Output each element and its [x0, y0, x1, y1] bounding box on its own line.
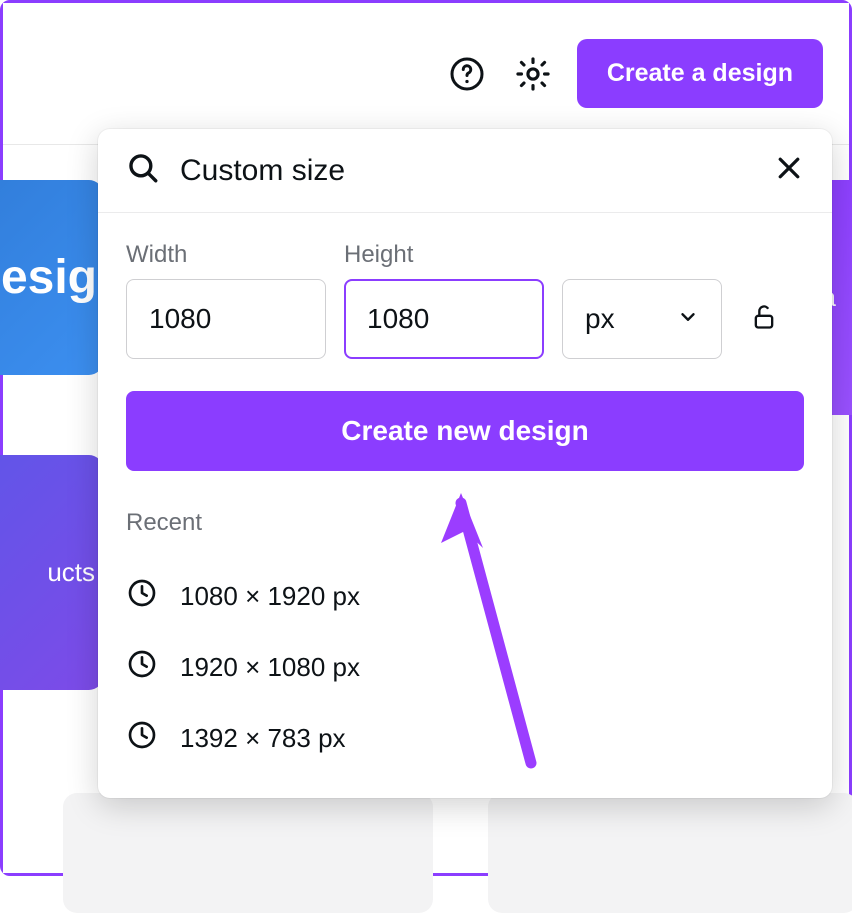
recent-item[interactable]: 1080 × 1920 px [126, 561, 804, 632]
clock-icon [126, 648, 158, 687]
top-bar: Create a design [3, 3, 849, 145]
close-icon[interactable] [774, 153, 804, 188]
chevron-down-icon [677, 303, 699, 335]
width-label: Width [126, 241, 326, 269]
unit-spacer [562, 241, 722, 269]
bg-card [63, 793, 433, 913]
unit-field-group: px [562, 241, 722, 359]
dimensions-row: Width Height px [126, 241, 804, 359]
unit-select[interactable]: px [562, 279, 722, 359]
popover-header: Custom size [98, 129, 832, 213]
lock-open-icon [750, 303, 778, 336]
bg-card [488, 793, 852, 913]
clock-icon [126, 577, 158, 616]
height-label: Height [344, 241, 544, 269]
recent-section: Recent 1080 × 1920 px 1920 × 1080 px 139… [98, 471, 832, 774]
recent-item-label: 1080 × 1920 px [180, 581, 360, 612]
recent-item-label: 1392 × 783 px [180, 723, 346, 754]
recent-item[interactable]: 1920 × 1080 px [126, 632, 804, 703]
help-icon[interactable] [445, 52, 489, 96]
bg-tile-products: ucts [0, 455, 103, 690]
recent-item-label: 1920 × 1080 px [180, 652, 360, 683]
unit-value: px [585, 303, 615, 335]
create-a-design-button[interactable]: Create a design [577, 39, 823, 108]
popover-title: Custom size [180, 154, 754, 188]
lock-aspect-toggle[interactable] [740, 279, 788, 359]
height-field-group: Height [344, 241, 544, 359]
width-input[interactable] [126, 279, 326, 359]
custom-size-popover: Custom size Width Height px [98, 129, 832, 798]
create-new-design-button[interactable]: Create new design [126, 391, 804, 471]
search-icon [126, 151, 160, 190]
popover-body: Width Height px [98, 213, 832, 471]
gear-icon[interactable] [511, 52, 555, 96]
bg-tile-design: esig [0, 180, 103, 375]
height-input[interactable] [344, 279, 544, 359]
clock-icon [126, 719, 158, 758]
recent-item[interactable]: 1392 × 783 px [126, 703, 804, 774]
width-field-group: Width [126, 241, 326, 359]
recent-heading: Recent [126, 509, 804, 537]
